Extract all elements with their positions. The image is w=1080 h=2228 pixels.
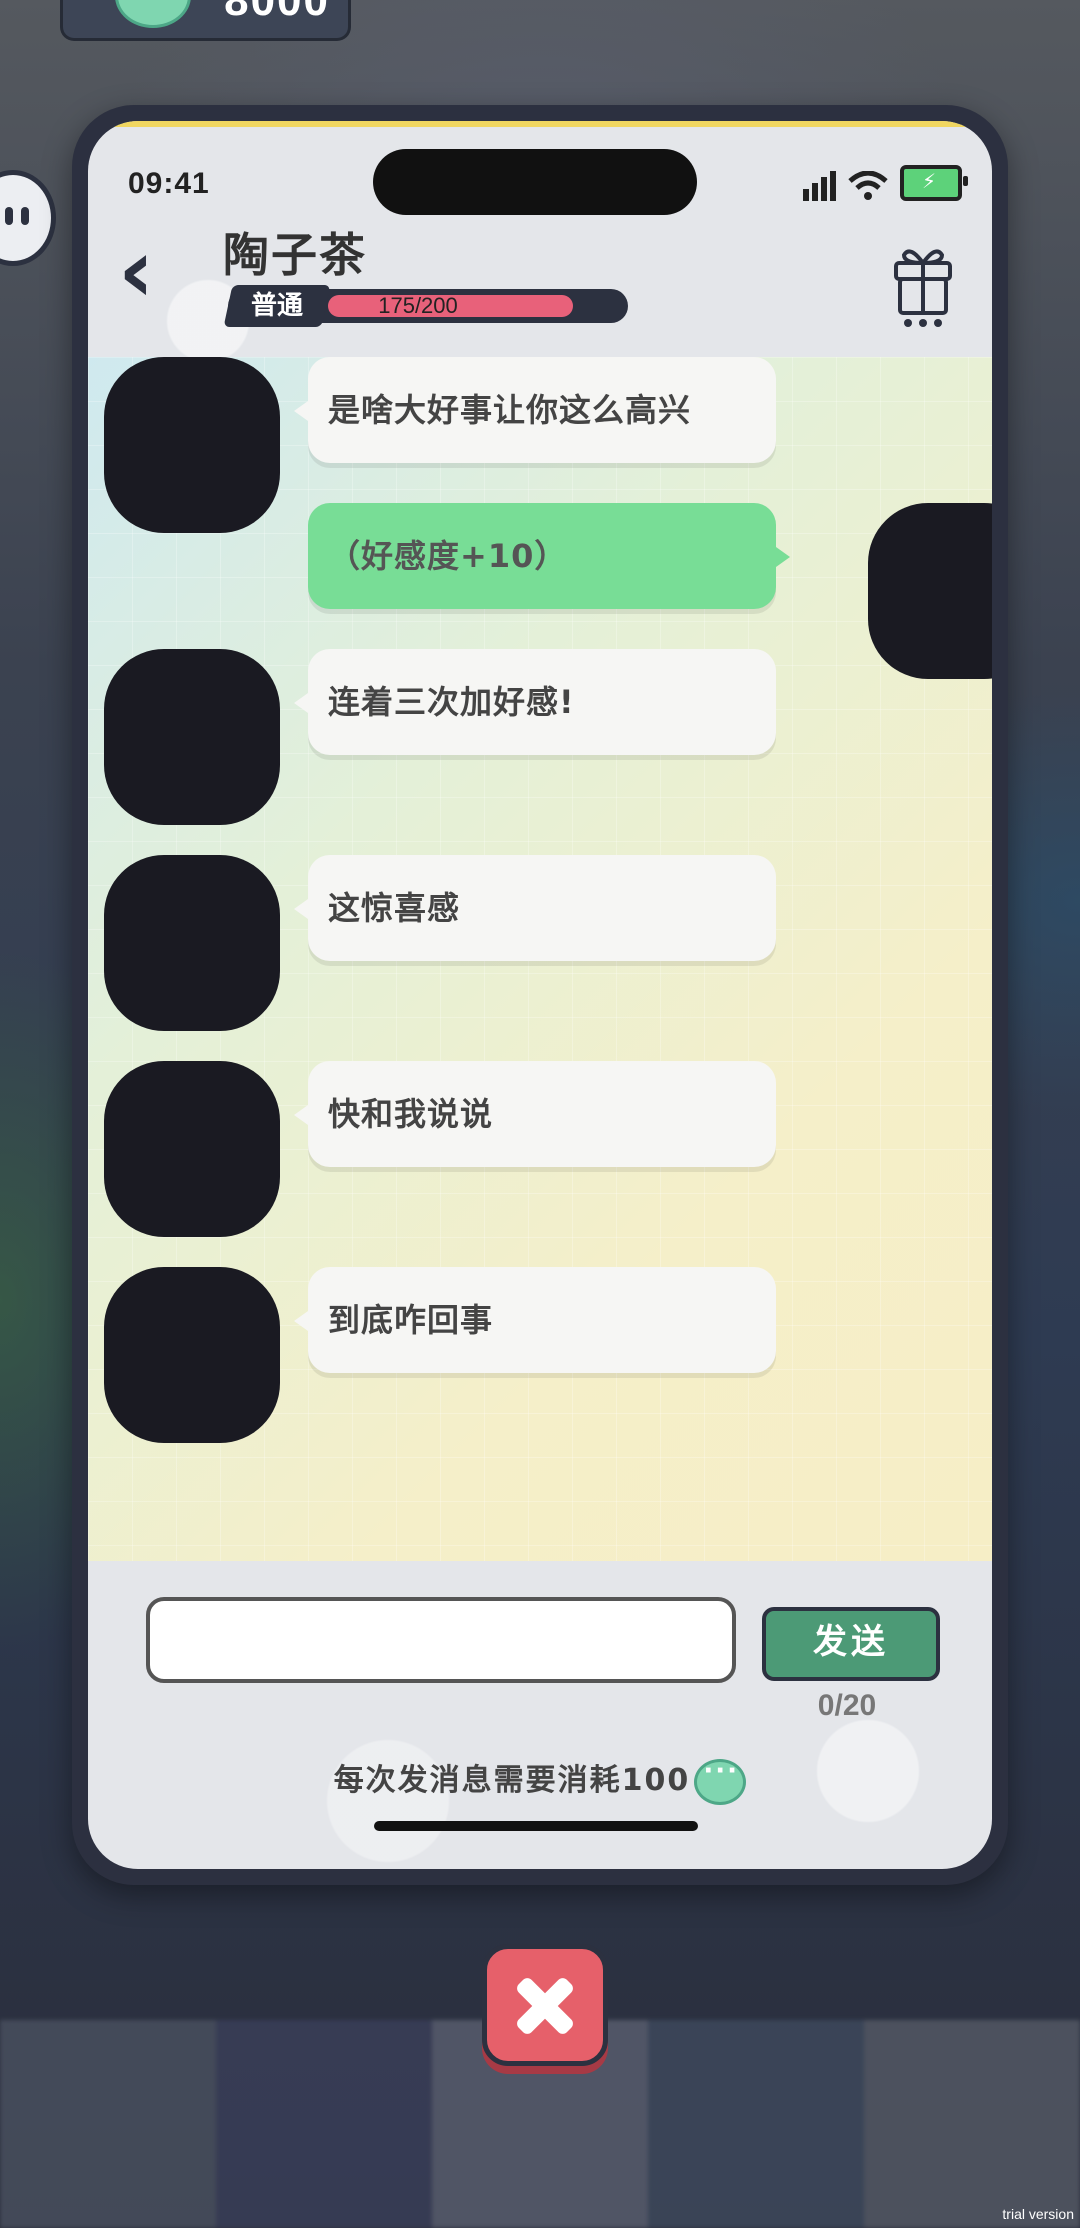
status-icons: ⚡ xyxy=(803,165,968,201)
npc-message-bubble: 到底咋回事 xyxy=(294,1267,776,1373)
phone-frame: 09:41 ⚡ ‹ 陶子茶 175/200 普通 是啥大好事让你这么高兴 （好感… xyxy=(72,105,1008,1885)
affection-text: 175/200 xyxy=(378,293,458,318)
currency-value: 8000 xyxy=(224,0,330,25)
chat-message: 快和我说说 xyxy=(88,1061,992,1241)
character-name: 陶子茶 xyxy=(223,228,367,282)
wifi-icon xyxy=(848,171,888,200)
chat-screen: 09:41 ⚡ ‹ 陶子茶 175/200 普通 是啥大好事让你这么高兴 （好感… xyxy=(88,121,992,1869)
cost-note-text: 每次发消息需要消耗100 xyxy=(333,1763,691,1798)
signal-icon xyxy=(803,171,836,201)
close-button[interactable] xyxy=(482,1944,608,2066)
cost-note: 每次发消息需要消耗100 xyxy=(88,1755,992,1805)
npc-message-bubble: 是啥大好事让你这么高兴 xyxy=(294,357,776,463)
back-button[interactable]: ‹ xyxy=(118,227,188,321)
chat-message: 到底咋回事 xyxy=(88,1267,992,1447)
currency-display: 8000 xyxy=(60,0,351,41)
chat-message: 连着三次加好感! xyxy=(88,649,992,829)
npc-avatar[interactable] xyxy=(104,1061,280,1237)
npc-avatar[interactable] xyxy=(104,649,280,825)
dynamic-island xyxy=(373,149,697,215)
npc-avatar[interactable] xyxy=(104,855,280,1031)
npc-message-bubble: 连着三次加好感! xyxy=(294,649,776,755)
chat-coin-icon xyxy=(694,1756,747,1805)
chat-area[interactable]: 是啥大好事让你这么高兴 （好感度+10） 连着三次加好感! 这惊喜感 快和我说说… xyxy=(88,357,992,1561)
message-input[interactable] xyxy=(146,1597,736,1683)
chat-coin-icon xyxy=(115,0,191,28)
send-button[interactable]: 发送 xyxy=(762,1607,940,1681)
trial-watermark: trial version xyxy=(1002,2206,1074,2222)
home-indicator[interactable] xyxy=(374,1821,698,1831)
chat-message: 这惊喜感 xyxy=(88,855,992,1035)
player-message-bubble: （好感度+10） xyxy=(308,503,790,609)
relationship-level: 普通 xyxy=(250,291,303,321)
npc-message-bubble: 这惊喜感 xyxy=(294,855,776,961)
affection-bar: 175/200 普通 xyxy=(223,285,628,327)
gift-icon[interactable] xyxy=(890,239,956,329)
relationship-level-tag: 普通 xyxy=(223,285,331,327)
npc-message-bubble: 快和我说说 xyxy=(294,1061,776,1167)
npc-avatar[interactable] xyxy=(104,1267,280,1443)
status-time: 09:41 xyxy=(128,167,210,200)
battery-icon: ⚡ xyxy=(900,165,968,201)
char-counter: 0/20 xyxy=(817,1689,877,1722)
top-accent-line xyxy=(88,121,992,127)
